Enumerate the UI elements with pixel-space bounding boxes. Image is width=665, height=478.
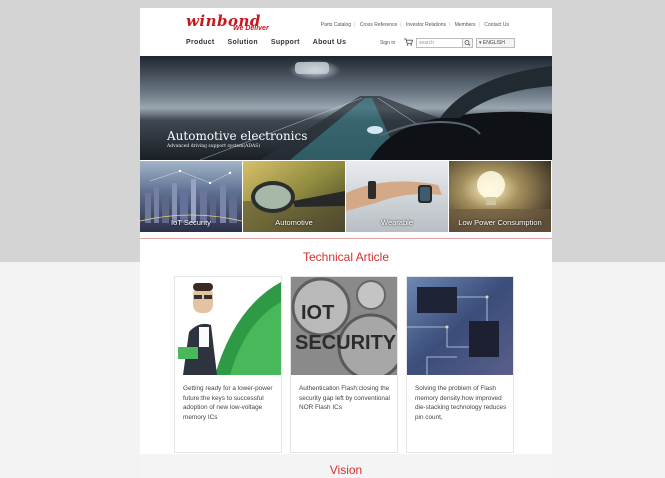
nav-item-solution[interactable]: Solution [228, 39, 258, 46]
article-image [407, 277, 513, 375]
top-links: Parts Catalog | Cross Reference | Investor… [318, 22, 512, 28]
technical-article-title: Technical Article [302, 250, 390, 264]
cart-icon[interactable] [404, 38, 413, 46]
sign-in-link[interactable]: Sign in [380, 40, 395, 46]
tile-label: Low Power Consumption [458, 218, 542, 227]
svg-text:SECURITY: SECURITY [295, 332, 397, 354]
top-link-cross-reference[interactable]: Cross Reference [357, 22, 401, 28]
tile-label: IoT Security [171, 218, 211, 227]
solution-tiles: IoT Security Automotive Wearable Low Pow… [140, 161, 552, 232]
article-image: IOT SECURITY [291, 277, 397, 375]
search-icon [464, 40, 471, 46]
search-input[interactable]: search [416, 38, 466, 48]
page-container: winbond We Deliver Parts Catalog | Cross … [140, 8, 552, 478]
hero-subtitle: Advanced driving support system(ADAS) [167, 144, 261, 149]
hero-banner[interactable]: Automotive electronics Advanced driving … [140, 56, 552, 160]
section-divider [140, 238, 552, 239]
circuit-board-image [407, 277, 513, 375]
tile-wearable[interactable]: Wearable [346, 161, 448, 232]
vision-title: Vision [329, 463, 363, 477]
top-link-parts-catalog[interactable]: Parts Catalog [318, 22, 354, 28]
tile-automotive[interactable]: Automotive [243, 161, 345, 232]
chevron-down-icon: ▾ [479, 40, 482, 46]
article-card[interactable]: Solving the problem of Flash memory dens… [406, 276, 514, 453]
iot-security-gears-image: IOT SECURITY [291, 277, 397, 375]
article-image [175, 277, 281, 375]
carousel-dots [335, 153, 365, 160]
businessman-image [175, 277, 281, 375]
svg-text:IOT: IOT [301, 302, 334, 324]
nav-item-about-us[interactable]: About Us [313, 39, 347, 46]
search-button[interactable] [462, 38, 473, 48]
tile-iot-security[interactable]: IoT Security [140, 161, 242, 232]
main-nav: Product Solution Support About Us [186, 39, 357, 46]
nav-item-support[interactable]: Support [271, 39, 300, 46]
language-select[interactable]: ▾ ENGLISH [476, 38, 515, 48]
article-card[interactable]: IOT SECURITY Authentication Flash:closin… [290, 276, 398, 453]
top-link-investor-relations[interactable]: Investor Relations [403, 22, 449, 28]
tile-label: Wearable [381, 218, 413, 227]
tile-label: Automotive [275, 218, 313, 227]
top-link-members[interactable]: Members [452, 22, 479, 28]
hero-title: Automotive electronics [167, 129, 308, 143]
tile-low-power[interactable]: Low Power Consumption [449, 161, 551, 232]
article-card[interactable]: Getting ready for a lower-power future:t… [174, 276, 282, 453]
article-summary: Authentication Flash:closing the securit… [299, 385, 390, 412]
article-summary: Getting ready for a lower-power future:t… [183, 385, 273, 421]
nav-item-product[interactable]: Product [186, 39, 215, 46]
top-link-contact-us[interactable]: Contact Us [481, 22, 512, 28]
logo-tagline: We Deliver [233, 25, 269, 32]
language-label: ENGLISH [482, 40, 505, 46]
article-summary: Solving the problem of Flash memory dens… [415, 385, 507, 421]
